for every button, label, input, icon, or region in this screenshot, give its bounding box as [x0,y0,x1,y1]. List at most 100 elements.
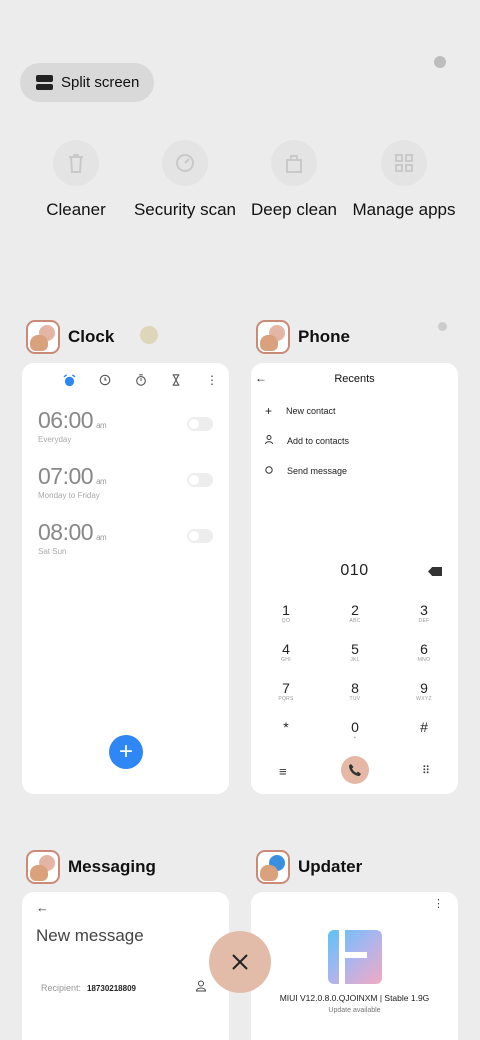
timer-icon[interactable] [169,373,183,387]
dial-key[interactable]: 2 ABC [325,602,385,624]
messaging-app-name: Messaging [68,857,156,876]
dial-key[interactable]: 8 TUV [325,680,385,702]
world-clock-icon[interactable] [98,373,112,387]
dialpad-icon[interactable]: ⠿ [422,764,430,777]
dial-key-digit: 0 [351,719,359,735]
contact-picker-icon[interactable] [195,980,207,992]
manage-apps-button[interactable]: Manage apps [349,140,459,220]
alarm-item[interactable]: 08:00 am Sat Sun [38,519,213,559]
alarm-toggle[interactable] [187,473,213,487]
dial-key-letters: PQRS [278,696,294,702]
dial-key[interactable]: 4 GHI [256,641,316,663]
security-scan-label: Security scan [133,200,237,219]
clock-app-header[interactable]: Clock [26,320,114,354]
dial-key-letters: JKL [350,657,360,663]
cleaner-label: Cleaner [46,200,106,219]
dial-key-letters: + [353,735,357,741]
alarm-ampm: am [96,421,107,430]
dial-key-digit: 7 [282,680,290,696]
dial-key[interactable]: 1 QO [256,602,316,624]
new-contact-label: New contact [286,406,336,416]
updater-card[interactable]: ⋮ MIUI V12.0.8.0.QJOINXM | Stable 1.9G U… [251,892,458,1040]
update-version: MIUI V12.0.8.0.QJOINXM | Stable 1.9G [279,993,430,1003]
phone-call-icon [349,764,361,776]
manage-apps-label: Manage apps [352,200,456,219]
clear-all-button[interactable] [209,931,271,993]
back-arrow-icon[interactable]: ← [36,900,49,915]
dial-key[interactable]: * [256,719,316,735]
cleaner-button[interactable]: Cleaner [21,140,131,220]
alarm-time: 07:00 [38,463,94,489]
dial-key-letters: WXYZ [416,696,432,702]
dial-key[interactable]: 3 DEF [394,602,454,624]
updater-app-icon [256,850,290,884]
split-screen-label: Split screen [61,74,140,91]
update-status: Update available [328,1007,381,1014]
alarm-toggle[interactable] [187,529,213,543]
add-alarm-button[interactable]: + [109,735,143,769]
alarm-repeat: Sat Sun [38,547,67,556]
call-button[interactable] [341,756,369,784]
dial-key-digit: # [420,719,428,735]
dial-key[interactable]: # [394,719,454,735]
alarm-icon[interactable] [62,373,76,387]
dial-key-letters: DEF [418,618,430,624]
person-icon [265,435,273,446]
recents-title: Recents [334,373,375,385]
dial-key-digit: 6 [420,641,428,657]
add-to-contacts-row[interactable]: Add to contacts [265,435,349,446]
dial-key-digit: 8 [351,680,359,696]
messaging-app-header[interactable]: Messaging [26,850,156,884]
decoration-dot [140,326,158,344]
recipient-row[interactable]: Recipient: 18730218809 [41,983,136,993]
phone-app-header[interactable]: Phone [256,320,350,354]
stopwatch-icon[interactable] [134,373,148,387]
updater-app-name: Updater [298,857,363,876]
more-options-icon[interactable]: ⋮ [205,373,219,387]
dial-key-digit: 3 [420,602,428,618]
send-message-label: Send message [287,466,348,476]
phone-app-icon [256,320,290,354]
decoration-dot [434,56,446,68]
security-scan-icon [162,140,208,186]
dial-key[interactable]: 0 + [325,719,385,741]
message-icon [265,466,273,476]
alarm-item[interactable]: 06:00 am Everyday [38,407,213,447]
phone-top-bar: ← Recents [251,371,458,387]
clock-app-name: Clock [68,327,115,346]
updater-app-header[interactable]: Updater [256,850,362,884]
deep-clean-button[interactable]: Deep clean [239,140,349,220]
clock-card[interactable]: ⋮ 06:00 am Everyday 07:00 am Monday to Fri… [22,363,229,794]
add-to-contacts-label: Add to contacts [287,435,350,446]
dial-key-letters: MNO [417,657,431,663]
dial-key[interactable]: 9 WXYZ [394,680,454,702]
deep-clean-label: Deep clean [250,200,337,219]
alarm-toggle[interactable] [187,417,213,431]
dial-key-letters: TUV [349,696,361,702]
messaging-app-icon [26,850,60,884]
new-contact-row[interactable]: + New contact [265,404,336,418]
dialed-number: 010 [340,562,369,579]
phone-app-name: Phone [298,327,350,346]
grid-icon [381,140,427,186]
plus-icon: + [265,404,273,418]
dial-key[interactable]: 6 MNO [394,641,454,663]
clock-app-icon [26,320,60,354]
dial-key[interactable]: 7 PQRS [256,680,316,702]
alarm-repeat: Monday to Friday [38,491,100,500]
alarm-ampm: am [96,477,107,486]
dial-key-digit: 1 [282,602,290,618]
clock-tab-bar: ⋮ [62,371,219,389]
menu-icon[interactable]: ≡ [279,764,287,779]
security-scan-button[interactable]: Security scan [130,140,240,220]
split-screen-button[interactable]: Split screen [20,63,154,102]
more-options-icon[interactable]: ⋮ [433,897,444,910]
dial-key[interactable]: 5 JKL [325,641,385,663]
phone-card[interactable]: ← Recents + New contact Add to contacts … [251,363,458,794]
send-message-row[interactable]: Send message [265,466,347,476]
miui-logo [328,930,382,984]
dial-key-letters: ABC [349,618,361,624]
alarm-item[interactable]: 07:00 am Monday to Friday [38,463,213,503]
dial-key-digit: 4 [282,641,290,657]
messaging-card[interactable]: ← New message Recipient: 18730218809 [22,892,229,1040]
